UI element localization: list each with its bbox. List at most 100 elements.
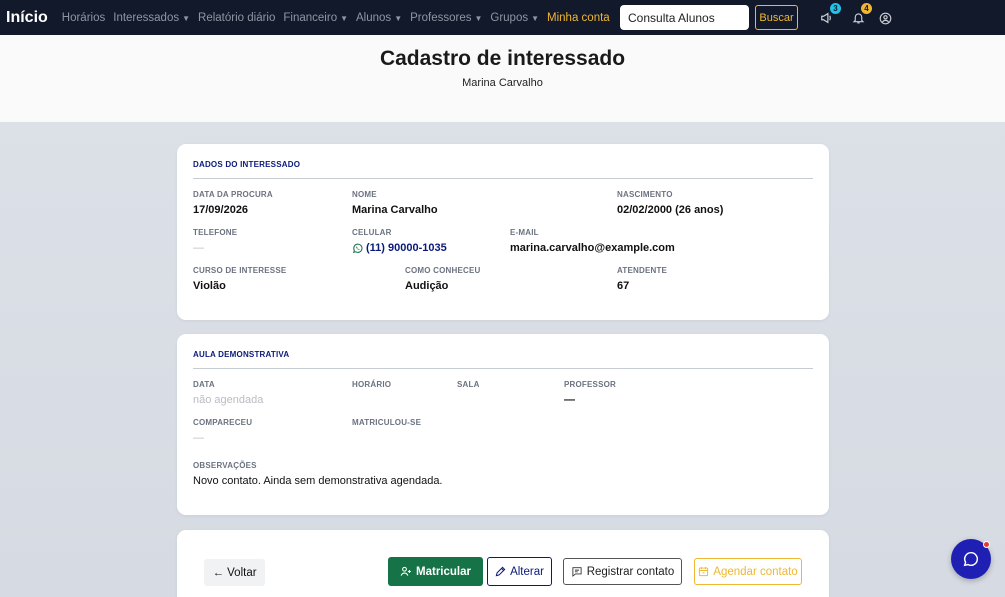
field-label: DATA DA PROCURA bbox=[193, 190, 273, 199]
nav-item-horarios[interactable]: Horários bbox=[62, 12, 105, 24]
field-como-conheceu: COMO CONHECEU Audição bbox=[405, 266, 481, 292]
search-input[interactable] bbox=[620, 5, 749, 30]
field-celular: CELULAR (11) 90000-1035 bbox=[352, 228, 447, 254]
demo-class-card: AULA DEMONSTRATIVA DATA não agendada HOR… bbox=[177, 334, 829, 515]
caret-down-icon: ▼ bbox=[182, 13, 191, 23]
schedule-contact-label: Agendar contato bbox=[713, 565, 798, 578]
back-button[interactable]: ← Voltar bbox=[204, 559, 265, 586]
field-label: PROFESSOR bbox=[564, 380, 617, 389]
celular-value: (11) 90000-1035 bbox=[366, 242, 447, 254]
top-navbar: Início Horários Interessados ▼ Relatório … bbox=[0, 0, 1005, 35]
field-label: HORÁRIO bbox=[352, 380, 392, 389]
chat-launcher-button[interactable] bbox=[951, 539, 991, 579]
field-label: DATA bbox=[193, 380, 215, 389]
field-horario: HORÁRIO bbox=[352, 380, 391, 394]
edit-button[interactable]: Alterar bbox=[487, 557, 552, 586]
field-data-procura: DATA DA PROCURA 17/09/2026 bbox=[193, 190, 273, 216]
field-curso-interesse: CURSO DE INTERESSE Violão bbox=[193, 266, 286, 292]
field-value: Audição bbox=[405, 280, 449, 292]
field-label: SALA bbox=[457, 380, 480, 389]
notifications-button[interactable]: 4 bbox=[848, 3, 872, 28]
field-label: MATRICULOU-SE bbox=[352, 418, 422, 427]
field-value: — bbox=[564, 394, 575, 406]
field-telefone: TELEFONE — bbox=[193, 228, 237, 254]
section-title: AULA DEMONSTRATIVA bbox=[193, 350, 290, 359]
page-title: Cadastro de interessado bbox=[379, 47, 626, 70]
field-value: Marina Carvalho bbox=[352, 204, 438, 216]
field-nascimento: NASCIMENTO 02/02/2000 (26 anos) bbox=[617, 190, 723, 216]
field-sala: SALA bbox=[457, 380, 480, 394]
caret-down-icon: ▼ bbox=[531, 13, 540, 23]
field-value: Violão bbox=[193, 280, 226, 292]
field-value: — bbox=[193, 432, 204, 444]
field-label: TELEFONE bbox=[193, 228, 238, 237]
field-label: NOME bbox=[352, 190, 377, 199]
field-nome: NOME Marina Carvalho bbox=[352, 190, 438, 216]
field-value: 17/09/2026 bbox=[193, 204, 249, 216]
interested-data-card: DADOS DO INTERESSADO DATA DA PROCURA 17/… bbox=[177, 144, 829, 320]
field-label: ATENDENTE bbox=[617, 266, 668, 275]
field-value: 67 bbox=[617, 280, 630, 292]
nav-item-label: Grupos bbox=[490, 11, 529, 24]
nav-item-label: Professores bbox=[410, 11, 472, 24]
field-label: E-MAIL bbox=[510, 228, 539, 237]
enroll-button-label: Matricular bbox=[416, 565, 471, 578]
search-button[interactable]: Buscar bbox=[755, 5, 798, 30]
nav-item-financeiro[interactable]: Financeiro ▼ bbox=[283, 12, 348, 24]
field-label: COMPARECEU bbox=[193, 418, 253, 427]
field-professor: PROFESSOR — bbox=[564, 380, 616, 406]
nav-item-professores[interactable]: Professores ▼ bbox=[410, 12, 482, 24]
section-title: DADOS DO INTERESSADO bbox=[193, 160, 301, 169]
field-data: DATA não agendada bbox=[193, 380, 263, 406]
nav-item-grupos[interactable]: Grupos ▼ bbox=[490, 12, 539, 24]
enroll-button[interactable]: Matricular bbox=[388, 557, 483, 586]
field-value: Novo contato. Ainda sem demonstrativa ag… bbox=[193, 475, 443, 487]
whatsapp-link[interactable]: (11) 90000-1035 bbox=[352, 242, 447, 254]
page-header: Cadastro de interessado Marina Carvalho bbox=[0, 35, 1005, 122]
announcements-button[interactable]: 3 bbox=[817, 3, 841, 28]
calendar-icon bbox=[699, 567, 709, 577]
field-value: — bbox=[193, 242, 204, 254]
chat-unread-dot bbox=[983, 541, 990, 548]
nav-item-label: Relatório diário bbox=[198, 11, 276, 24]
caret-down-icon: ▼ bbox=[474, 13, 483, 23]
page-subtitle: Marina Carvalho bbox=[462, 77, 543, 89]
field-compareceu: COMPARECEU — bbox=[193, 418, 252, 444]
register-contact-button[interactable]: Registrar contato bbox=[563, 558, 682, 585]
field-label: OBSERVAÇÕES bbox=[193, 461, 257, 470]
nav-item-label: Alunos bbox=[356, 11, 392, 24]
edit-button-label: Alterar bbox=[510, 565, 544, 578]
nav-brand-home-link[interactable]: Início bbox=[6, 9, 48, 27]
message-icon bbox=[572, 567, 582, 577]
nav-item-interessados[interactable]: Interessados ▼ bbox=[113, 12, 190, 24]
announcements-count-badge: 3 bbox=[830, 3, 841, 14]
field-observacoes: OBSERVAÇÕES Novo contato. Ainda sem demo… bbox=[193, 461, 443, 487]
nav-item-label: Horários bbox=[61, 11, 106, 24]
caret-down-icon: ▼ bbox=[394, 13, 403, 23]
register-contact-label: Registrar contato bbox=[586, 565, 675, 578]
pencil-icon bbox=[495, 566, 506, 577]
caret-down-icon: ▼ bbox=[340, 13, 349, 23]
field-value: não agendada bbox=[193, 394, 264, 406]
field-atendente: ATENDENTE 67 bbox=[617, 266, 667, 292]
nav-item-alunos[interactable]: Alunos ▼ bbox=[356, 12, 402, 24]
field-value: 02/02/2000 (26 anos) bbox=[617, 204, 724, 216]
field-value: marina.carvalho@example.com bbox=[510, 242, 675, 254]
field-label: NASCIMENTO bbox=[617, 190, 673, 199]
field-label: CELULAR bbox=[352, 228, 392, 237]
add-user-icon bbox=[400, 566, 411, 576]
user-icon bbox=[879, 12, 891, 24]
field-label: COMO CONHECEU bbox=[405, 266, 481, 275]
user-menu-button[interactable] bbox=[875, 8, 895, 28]
section-divider bbox=[193, 178, 813, 179]
field-email: E-MAIL marina.carvalho@example.com bbox=[510, 228, 675, 254]
field-matriculou-se: MATRICULOU-SE bbox=[352, 418, 421, 432]
nav-item-label: Interessados bbox=[113, 11, 180, 24]
nav-item-minha-conta[interactable]: Minha conta bbox=[547, 12, 610, 24]
nav-item-label: Financeiro bbox=[283, 11, 338, 24]
actions-card: ← Voltar Matricular Alterar Registrar co… bbox=[177, 530, 829, 597]
schedule-contact-button[interactable]: Agendar contato bbox=[694, 558, 802, 585]
chat-bubble-icon bbox=[963, 551, 979, 567]
notifications-count-badge: 4 bbox=[861, 3, 872, 14]
nav-item-relatorio-diario[interactable]: Relatório diário bbox=[198, 12, 275, 24]
